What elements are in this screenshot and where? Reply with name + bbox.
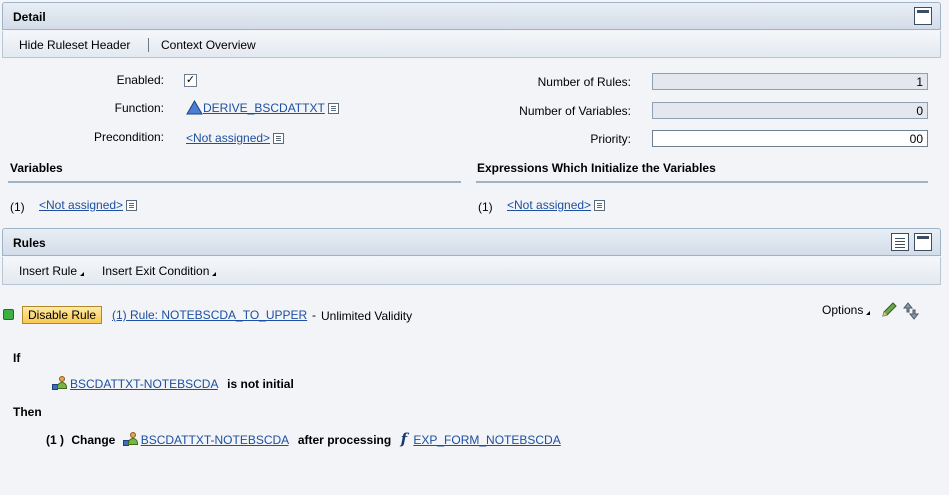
list-settings-icon[interactable] xyxy=(891,233,909,251)
function-link[interactable]: DERIVE_BSCDATTXT xyxy=(203,101,325,115)
rule-validity: Unlimited Validity xyxy=(321,309,413,323)
insert-rule-button[interactable]: Insert Rule xyxy=(19,264,85,278)
precondition-link[interactable]: <Not assigned> xyxy=(186,131,270,145)
if-label: If xyxy=(13,351,21,365)
rule-link[interactable]: (1) Rule: NOTEBSCDA_TO_UPPER xyxy=(112,308,307,322)
enabled-label: Enabled: xyxy=(116,73,164,87)
hide-header-button[interactable]: Hide Ruleset Header xyxy=(19,38,130,52)
priority-input[interactable]: 00 xyxy=(652,130,928,147)
data-object-icon xyxy=(122,432,139,446)
then-index: (1 ) xyxy=(46,433,64,447)
enabled-checkbox[interactable]: ✓ xyxy=(184,74,197,87)
if-cond-text: is not initial xyxy=(227,377,294,391)
detail-toolbar: Hide Ruleset Header Context Overview xyxy=(2,31,941,58)
insert-exit-button[interactable]: Insert Exit Condition xyxy=(102,264,217,278)
rules-panel-header: Rules xyxy=(2,228,941,256)
function-label: Function: xyxy=(114,101,164,115)
rules-title: Rules xyxy=(13,236,46,250)
context-overview-button[interactable]: Context Overview xyxy=(161,38,256,52)
expressions-title: Expressions Which Initialize the Variabl… xyxy=(477,161,716,175)
toolbar-separator xyxy=(148,38,149,52)
value-help-icon[interactable] xyxy=(327,103,339,114)
priority-label: Priority: xyxy=(590,132,631,146)
pencil-icon[interactable] xyxy=(880,302,898,318)
formula-icon: f xyxy=(400,430,408,448)
options-label: Options xyxy=(822,303,864,317)
function-value: DERIVE_BSCDATTXT xyxy=(186,99,339,115)
then-after: after processing xyxy=(297,433,392,447)
precondition-value: <Not assigned> xyxy=(186,131,285,145)
disable-rule-button[interactable]: Disable Rule xyxy=(22,306,103,324)
expressions-index: (1) xyxy=(478,200,493,214)
then-change: Change xyxy=(71,433,116,447)
variables-link[interactable]: <Not assigned> xyxy=(39,198,123,212)
num-vars-label: Number of Variables: xyxy=(519,104,631,118)
minimize-icon[interactable] xyxy=(914,233,932,251)
value-help-icon[interactable] xyxy=(594,200,606,211)
rule-status-icon xyxy=(3,309,14,320)
num-vars-field: 0 xyxy=(652,102,928,119)
then-label: Then xyxy=(13,405,42,419)
data-object-icon xyxy=(52,376,68,390)
options-menu[interactable]: Options xyxy=(822,303,871,317)
expressions-divider xyxy=(476,181,928,183)
if-condition: BSCDATTXT-NOTEBSCDA is not initial xyxy=(52,376,294,391)
value-help-icon[interactable] xyxy=(273,133,285,144)
variables-value: <Not assigned> xyxy=(39,198,138,212)
then-attr-link[interactable]: BSCDATTXT-NOTEBSCDA xyxy=(141,433,289,447)
variables-divider xyxy=(8,181,461,183)
if-attr-link[interactable]: BSCDATTXT-NOTEBSCDA xyxy=(70,377,218,391)
expressions-link[interactable]: <Not assigned> xyxy=(507,198,591,212)
then-action: (1 ) Change BSCDATTXT-NOTEBSCDA after pr… xyxy=(46,430,561,448)
dropdown-icon xyxy=(80,272,85,276)
move-arrows-icon[interactable] xyxy=(903,302,919,320)
rule-dash: - xyxy=(312,308,316,322)
rules-toolbar: Insert Rule Insert Exit Condition xyxy=(2,257,941,285)
precondition-label: Precondition: xyxy=(93,130,164,144)
variables-index: (1) xyxy=(10,200,25,214)
dropdown-icon xyxy=(866,311,871,315)
dropdown-icon xyxy=(212,272,217,276)
detail-panel-header: Detail xyxy=(2,2,941,30)
variables-title: Variables xyxy=(10,161,63,175)
insert-exit-label: Insert Exit Condition xyxy=(102,264,210,278)
num-rules-label: Number of Rules: xyxy=(537,75,631,89)
then-expr-link[interactable]: EXP_FORM_NOTEBSCDA xyxy=(413,433,560,447)
minimize-icon[interactable] xyxy=(914,7,932,25)
detail-title: Detail xyxy=(13,10,46,24)
triangle-function-icon xyxy=(186,99,203,115)
value-help-icon[interactable] xyxy=(126,200,138,211)
num-rules-field: 1 xyxy=(652,73,928,90)
insert-rule-label: Insert Rule xyxy=(19,264,78,278)
expressions-value: <Not assigned> xyxy=(507,198,606,212)
